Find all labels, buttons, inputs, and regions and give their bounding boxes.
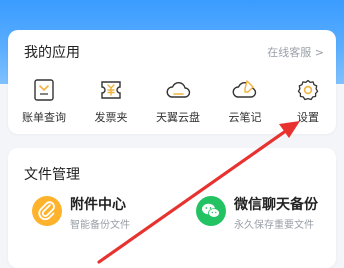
app-label-invoice-folder: 发票夹 [94, 111, 128, 124]
wechat-backup-subtitle: 永久保存重要文件 [234, 220, 314, 231]
app-label-bill-query: 账单查询 [22, 111, 66, 124]
attachment-center-subtitle: 智能备份文件 [70, 220, 130, 231]
gear-icon [295, 78, 321, 102]
app-bill-query[interactable]: 账单查询 [12, 76, 76, 132]
cloud-note-icon [232, 78, 258, 102]
cloud-icon [165, 78, 191, 102]
apps-row: 账单查询 发票夹 天翼云盘 云笔记 设置 [8, 76, 336, 132]
app-label-settings: 设置 [297, 111, 319, 124]
invoice-icon [98, 78, 124, 102]
app-cloud-disk[interactable]: 天翼云盘 [146, 76, 210, 132]
attachment-center-entry[interactable]: 附件中心 智能备份文件 [32, 194, 182, 234]
online-service-link[interactable]: 在线客服 > [267, 44, 324, 60]
wechat-backup-label: 微信聊天备份 [234, 197, 318, 213]
attachment-center-label: 附件中心 [70, 197, 126, 213]
app-label-cloud-disk: 天翼云盘 [156, 111, 200, 124]
app-cloud-note[interactable]: 云笔记 [213, 76, 277, 132]
file-management-title: 文件管理 [24, 167, 80, 183]
file-management-card: 文件管理 附件中心 智能备份文件 微信聊天备份 永久保存重要文件 [8, 148, 336, 268]
my-apps-card: 我的应用 在线客服 > 账单查询 发票夹 天翼云盘 云笔记 设置 [8, 30, 336, 134]
bill-icon [31, 78, 57, 102]
app-label-cloud-note: 云笔记 [228, 111, 262, 124]
app-settings[interactable]: 设置 [276, 76, 340, 132]
my-apps-title: 我的应用 [24, 45, 80, 61]
wechat-backup-entry[interactable]: 微信聊天备份 永久保存重要文件 [196, 194, 336, 234]
app-invoice-folder[interactable]: 发票夹 [79, 76, 143, 132]
wechat-icon [196, 196, 226, 226]
paperclip-icon [32, 196, 62, 226]
